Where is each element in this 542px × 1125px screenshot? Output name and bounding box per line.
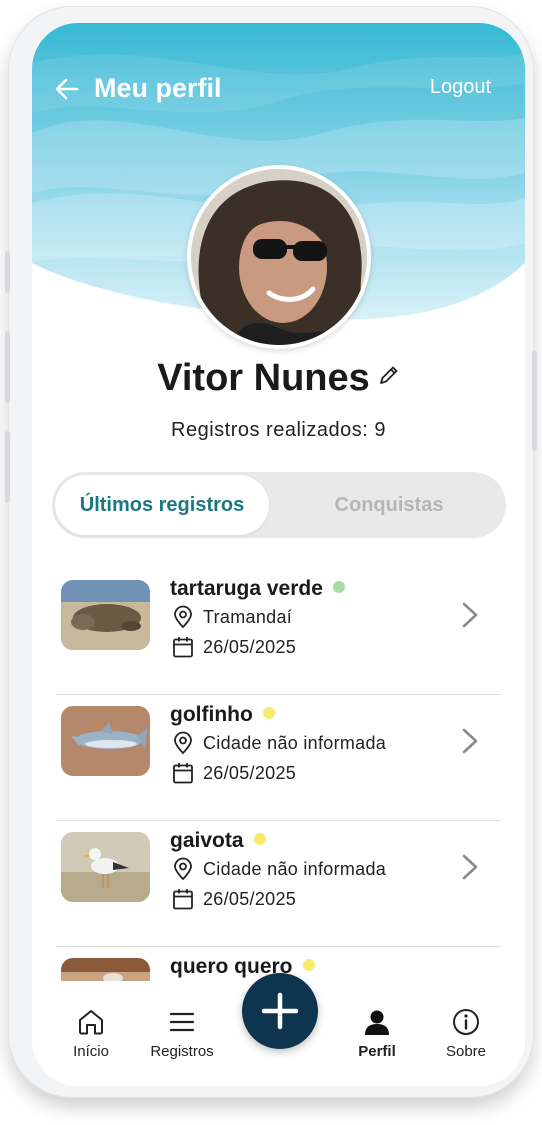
records-list: tartaruga verde Tramandaí 26/05/2025 gol… xyxy=(32,563,525,981)
profile-name-row: Vitor Nunes xyxy=(32,357,525,405)
tab-achievements[interactable]: Conquistas xyxy=(278,475,500,535)
records-count: Registros realizados: 9 xyxy=(171,419,386,441)
chevron-right-icon[interactable] xyxy=(458,726,482,756)
nav-item-about[interactable]: Sobre xyxy=(426,1007,506,1060)
nav-item-records[interactable]: Registros xyxy=(142,1007,222,1060)
nav-item-profile[interactable]: Perfil xyxy=(337,1007,417,1060)
phone-frame: Meu perfil Logout Vitor Nunes Registros xyxy=(5,6,537,1098)
home-icon xyxy=(79,1010,103,1035)
menu-icon xyxy=(169,1012,195,1032)
map-pin-icon xyxy=(174,605,192,629)
record-species: golfinho xyxy=(170,703,275,727)
status-dot xyxy=(302,959,315,971)
plus-icon xyxy=(261,992,299,1030)
list-item[interactable]: gaivota Cidade não informada 26/05/2025 xyxy=(56,815,501,941)
calendar-icon xyxy=(173,889,193,910)
profile-tabs: Últimos registros Conquistas xyxy=(52,472,506,538)
status-dot xyxy=(332,581,345,593)
avatar[interactable] xyxy=(187,165,371,349)
chevron-right-icon[interactable] xyxy=(458,852,482,882)
user-name: Vitor Nunes xyxy=(157,357,370,399)
status-dot xyxy=(253,833,266,845)
avatar-photo xyxy=(191,169,367,345)
list-item[interactable]: golfinho Cidade não informada 26/05/2025 xyxy=(56,689,501,815)
screen: Meu perfil Logout Vitor Nunes Registros xyxy=(32,23,525,1086)
side-button xyxy=(5,251,10,293)
page-title: Meu perfil xyxy=(94,73,222,103)
chevron-right-icon[interactable] xyxy=(458,600,482,630)
record-thumbnail xyxy=(61,706,150,776)
record-species: tartaruga verde xyxy=(170,577,345,601)
record-thumbnail xyxy=(61,832,150,902)
list-item[interactable]: tartaruga verde Tramandaí 26/05/2025 xyxy=(56,563,501,689)
record-thumbnail xyxy=(61,958,150,981)
user-icon xyxy=(365,1010,389,1035)
side-button xyxy=(5,431,10,503)
tab-latest-records[interactable]: Últimos registros xyxy=(55,475,269,535)
logout-button[interactable]: Logout xyxy=(430,76,491,99)
map-pin-icon xyxy=(174,731,192,755)
info-icon xyxy=(453,1009,479,1035)
nav-item-home[interactable]: Início xyxy=(51,1007,131,1060)
calendar-icon xyxy=(173,637,193,658)
side-button xyxy=(5,331,10,403)
top-bar: Meu perfil Logout xyxy=(32,69,525,109)
side-button xyxy=(532,351,537,451)
calendar-icon xyxy=(173,763,193,784)
record-thumbnail xyxy=(61,580,150,650)
arrow-left-icon[interactable] xyxy=(54,76,80,102)
add-record-button[interactable] xyxy=(242,973,318,1049)
status-dot xyxy=(262,707,275,719)
map-pin-icon xyxy=(174,857,192,881)
pencil-icon[interactable] xyxy=(378,364,400,386)
record-species: gaivota xyxy=(170,829,266,853)
